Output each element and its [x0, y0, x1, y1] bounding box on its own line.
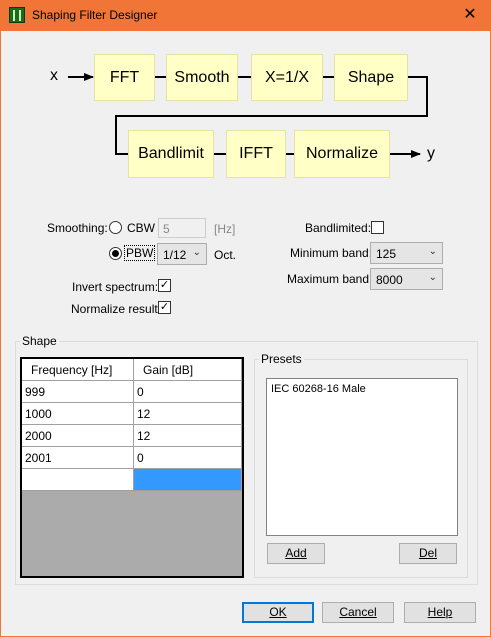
shape-grid[interactable]: Frequency [Hz] Gain [dB] 999 0 1000 12 2… [20, 357, 244, 578]
block-ifft: IFFT [226, 130, 286, 178]
ok-button-label: OK [269, 605, 287, 619]
maximum-band-select[interactable]: 8000 ⌄ [370, 268, 443, 290]
presets-list[interactable]: IEC 60268-16 Male [266, 378, 458, 536]
frequency-cell[interactable]: 2001 [22, 447, 134, 469]
table-row: 1000 12 [22, 403, 242, 425]
gain-cell[interactable]: 12 [134, 425, 242, 447]
add-preset-button[interactable]: Add [267, 543, 325, 564]
frequency-cell[interactable]: 2000 [22, 425, 134, 447]
cancel-button-label: Cancel [339, 605, 377, 619]
normalize-result-checkbox[interactable]: ✓ [158, 301, 171, 314]
block-shape: Shape [334, 54, 408, 101]
gain-cell[interactable]: 0 [134, 381, 242, 403]
input-signal-label: x [50, 67, 58, 84]
table-row: 2001 0 [22, 447, 242, 469]
chevron-down-icon: ⌄ [428, 272, 437, 283]
minimum-band-label: Minimum band: [290, 246, 373, 260]
bandlimited-label: Bandlimited: [305, 221, 372, 235]
new-table-row [22, 469, 242, 491]
frequency-cell[interactable]: 999 [22, 381, 134, 403]
pbw-label[interactable]: PBW [123, 245, 156, 261]
delete-preset-button[interactable]: Del [399, 543, 457, 564]
block-fft: FFT [94, 54, 155, 101]
chevron-down-icon: ⌄ [192, 247, 201, 258]
minimum-band-select[interactable]: 125 ⌄ [370, 242, 443, 264]
chevron-down-icon: ⌄ [428, 246, 437, 257]
pbw-select[interactable]: 1/12 ⌄ [157, 243, 207, 265]
frequency-cell[interactable] [22, 469, 134, 491]
normalize-result-label: Normalize result: [71, 302, 162, 316]
help-button-label: Help [427, 605, 453, 619]
shape-group-title: Shape [20, 334, 59, 348]
ok-button[interactable]: OK [242, 602, 314, 623]
maximum-band-value: 8000 [376, 273, 403, 287]
cbw-radio[interactable] [109, 221, 122, 234]
add-button-label: Add [285, 546, 307, 560]
gain-cell[interactable]: 0 [134, 447, 242, 469]
block-bandlimit: Bandlimit [128, 130, 214, 178]
list-item[interactable]: IEC 60268-16 Male [271, 383, 366, 395]
smoothing-label: Smoothing: [47, 221, 108, 235]
invert-spectrum-checkbox[interactable]: ✓ [158, 279, 171, 292]
table-row: 2000 12 [22, 425, 242, 447]
column-header-frequency[interactable]: Frequency [Hz] [22, 359, 134, 381]
selected-gain-cell[interactable] [134, 469, 242, 491]
bandlimited-checkbox[interactable] [371, 221, 384, 234]
block-normalize: Normalize [294, 130, 390, 178]
del-button-label: Del [418, 546, 437, 560]
pbw-radio[interactable] [109, 247, 122, 260]
invert-spectrum-label: Invert spectrum: [72, 280, 159, 294]
cancel-button[interactable]: Cancel [322, 602, 394, 623]
minimum-band-value: 125 [376, 247, 397, 261]
column-header-gain[interactable]: Gain [dB] [134, 359, 242, 381]
output-signal-label: y [427, 145, 435, 162]
frequency-cell[interactable]: 1000 [22, 403, 134, 425]
block-smooth: Smooth [166, 54, 238, 101]
presets-group-title: Presets [259, 352, 304, 366]
pbw-unit-label: Oct. [214, 248, 237, 262]
gain-cell[interactable]: 12 [134, 403, 242, 425]
grid-header-row: Frequency [Hz] Gain [dB] [22, 359, 242, 381]
table-row: 999 0 [22, 381, 242, 403]
cbw-unit-label: [Hz] [214, 222, 236, 236]
cbw-value-input[interactable]: 5 [158, 218, 206, 238]
pbw-select-value: 1/12 [163, 248, 187, 262]
block-invert: X=1/X [251, 54, 323, 101]
cbw-label[interactable]: CBW [127, 221, 155, 235]
help-button[interactable]: Help [404, 602, 476, 623]
maximum-band-label: Maximum band: [287, 272, 373, 286]
